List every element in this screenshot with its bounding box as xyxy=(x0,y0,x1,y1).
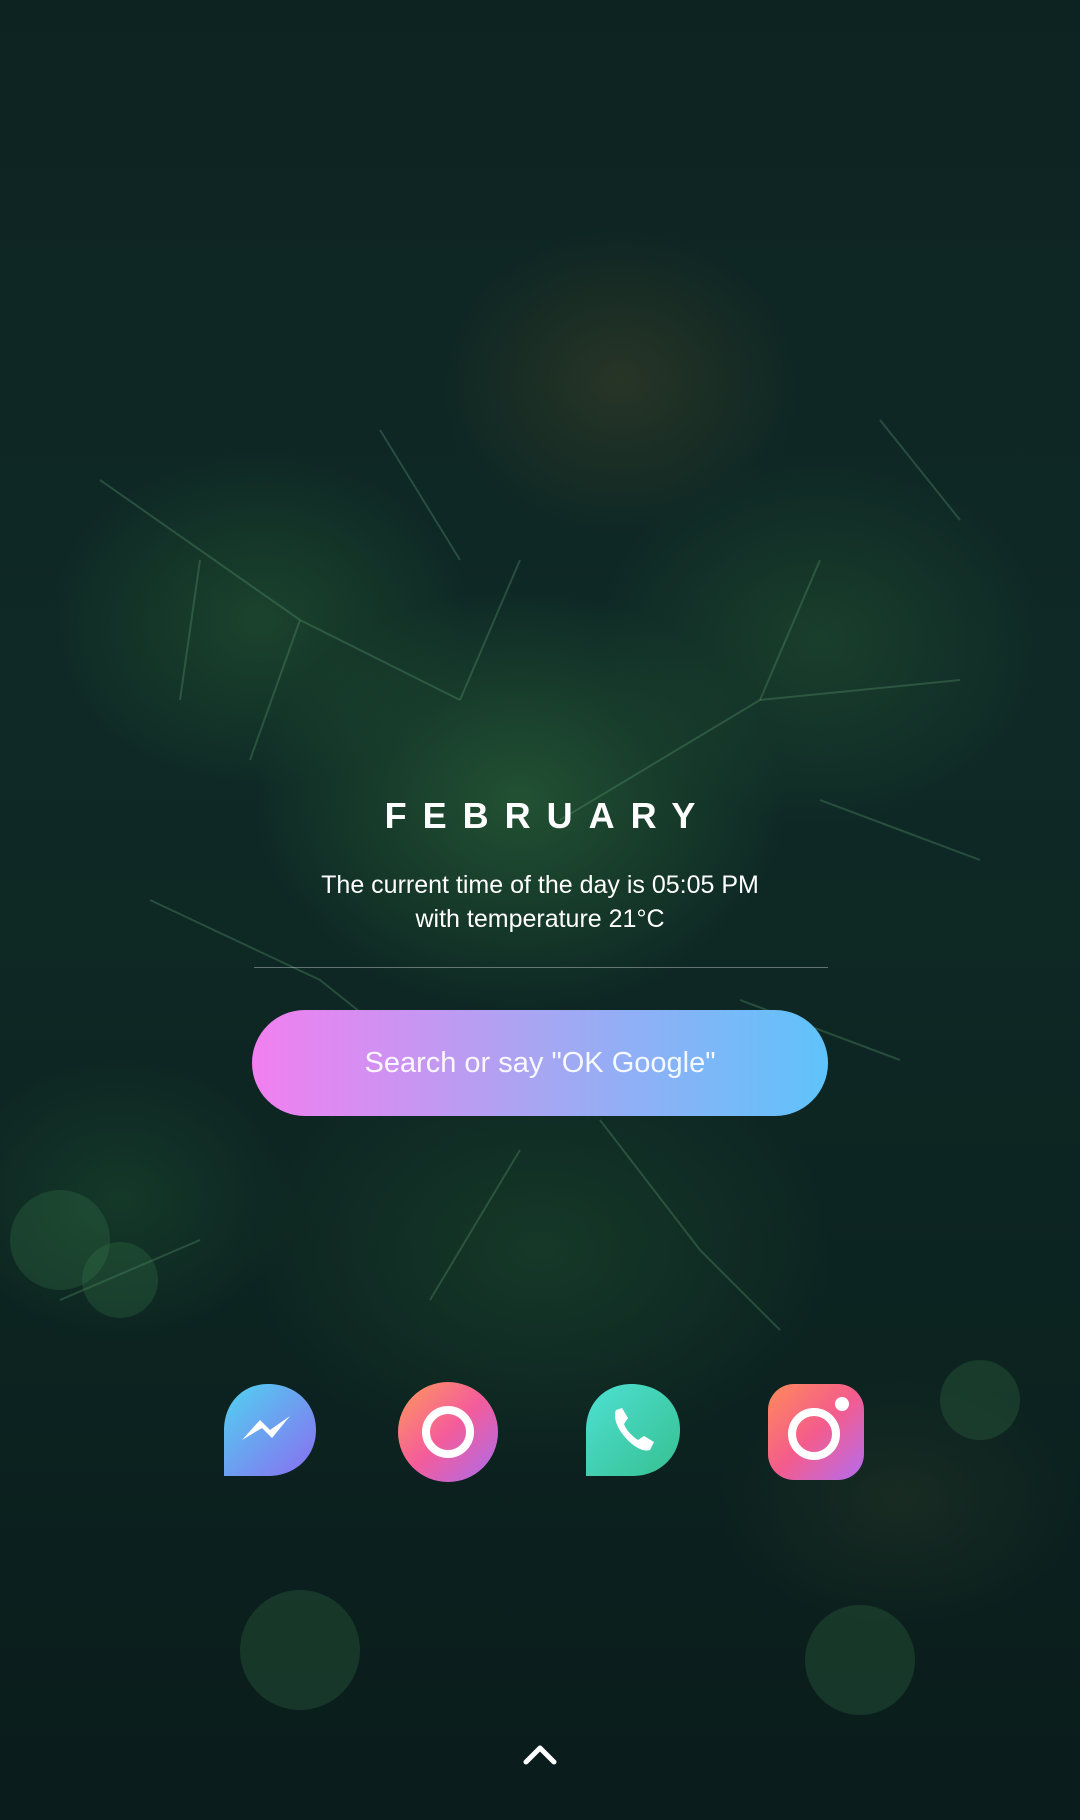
camera-app[interactable] xyxy=(764,1380,868,1484)
chevron-up-icon xyxy=(523,1745,557,1765)
phone-icon xyxy=(586,1384,680,1476)
time-info: The current time of the day is 05:05 PM … xyxy=(0,868,1080,936)
temperature-line: with temperature 21°C xyxy=(415,905,665,933)
search-placeholder: Search or say "OK Google" xyxy=(364,1046,716,1079)
phone-app[interactable] xyxy=(580,1380,684,1484)
browser-app[interactable] xyxy=(396,1380,500,1484)
divider xyxy=(254,967,828,968)
app-dock xyxy=(0,1380,1080,1490)
camera-icon xyxy=(768,1384,864,1480)
app-drawer-chevron[interactable] xyxy=(522,1740,558,1768)
messenger-icon xyxy=(224,1384,316,1476)
chrome-icon xyxy=(398,1382,498,1482)
time-line: The current time of the day is 05:05 PM xyxy=(321,871,759,899)
messenger-app[interactable] xyxy=(216,1380,320,1484)
google-search-bar[interactable]: Search or say "OK Google" xyxy=(252,1010,828,1116)
month-label: FEBRUARY xyxy=(384,795,712,836)
